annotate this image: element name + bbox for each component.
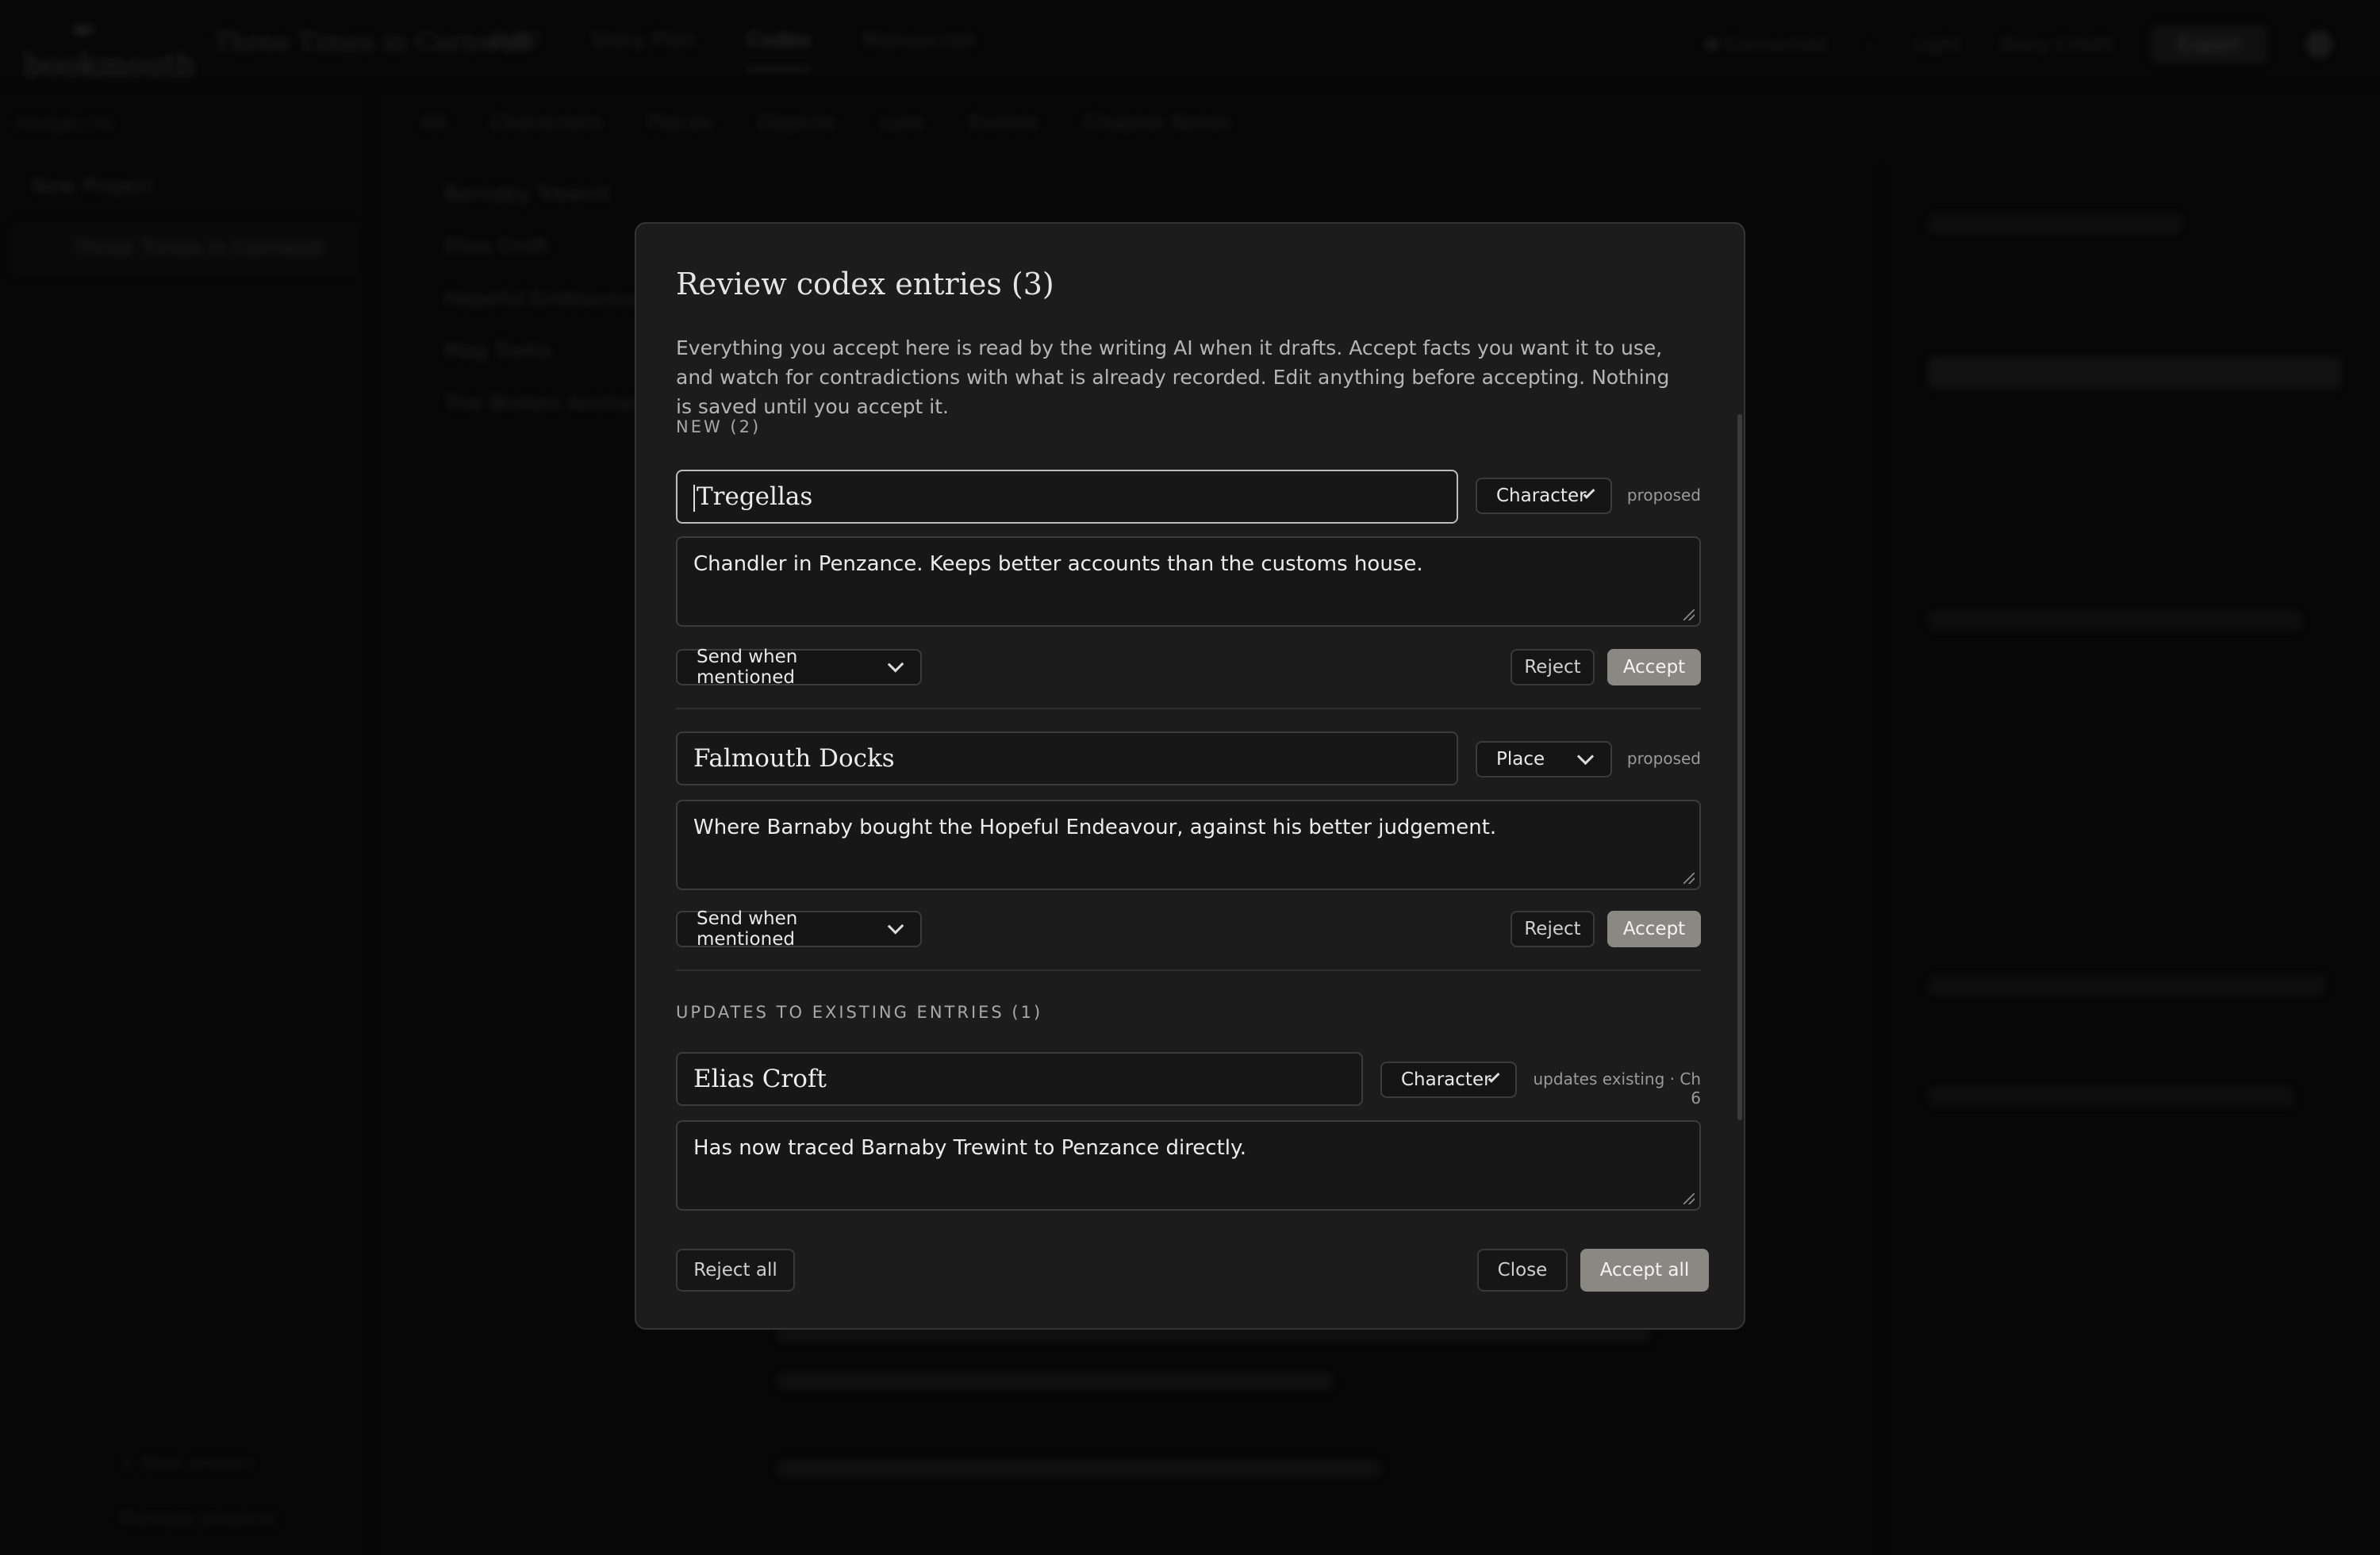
entry-description-textarea[interactable]: Has now traced Barnaby Trewint to Penzan…: [676, 1120, 1701, 1211]
accept-button[interactable]: Accept: [1607, 649, 1701, 685]
resize-handle-icon[interactable]: [1683, 873, 1695, 884]
close-button[interactable]: Close: [1477, 1249, 1568, 1292]
chevron-down-icon: [1576, 747, 1595, 765]
entry-status: proposed: [1626, 486, 1701, 505]
resize-handle-icon[interactable]: [1683, 1193, 1695, 1204]
entry-name-input[interactable]: Falmouth Docks: [676, 731, 1458, 785]
review-codex-modal: Review codex entries (3) Everything you …: [635, 222, 1745, 1330]
accept-all-button[interactable]: Accept all: [1580, 1249, 1709, 1292]
new-section-label: NEW (2): [676, 417, 762, 436]
entry-type-select[interactable]: Place: [1476, 741, 1612, 778]
accept-button[interactable]: Accept: [1607, 911, 1701, 947]
reject-button[interactable]: Reject: [1511, 649, 1595, 685]
modal-scrollbar[interactable]: [1737, 414, 1742, 1120]
entry-status: updates existing · Ch 6: [1533, 1069, 1702, 1108]
entry-description-textarea[interactable]: Where Barnaby bought the Hopeful Endeavo…: [676, 800, 1701, 890]
resize-handle-icon[interactable]: [1683, 609, 1695, 620]
entry-divider: [676, 969, 1701, 971]
modal-title: Review codex entries (3): [676, 267, 1054, 301]
text-caret: [693, 484, 695, 512]
reject-button[interactable]: Reject: [1511, 911, 1595, 947]
entry-status: proposed: [1626, 749, 1701, 768]
send-mode-select[interactable]: Send when mentioned: [676, 908, 922, 950]
entry-divider: [676, 708, 1701, 709]
entry-type-select[interactable]: Character: [1476, 478, 1612, 514]
modal-intro: Everything you accept here is read by th…: [676, 336, 1670, 418]
entry-description-textarea[interactable]: Chandler in Penzance. Keeps better accou…: [676, 536, 1701, 627]
send-mode-select[interactable]: Send when mentioned: [676, 647, 922, 688]
entry-name-input[interactable]: Tregellas: [676, 470, 1458, 524]
entry-name-input[interactable]: Elias Croft: [676, 1052, 1363, 1106]
reject-all-button[interactable]: Reject all: [676, 1249, 795, 1292]
updates-section-label: UPDATES TO EXISTING ENTRIES (1): [676, 1003, 1043, 1022]
entry-type-select[interactable]: Character: [1380, 1062, 1517, 1098]
